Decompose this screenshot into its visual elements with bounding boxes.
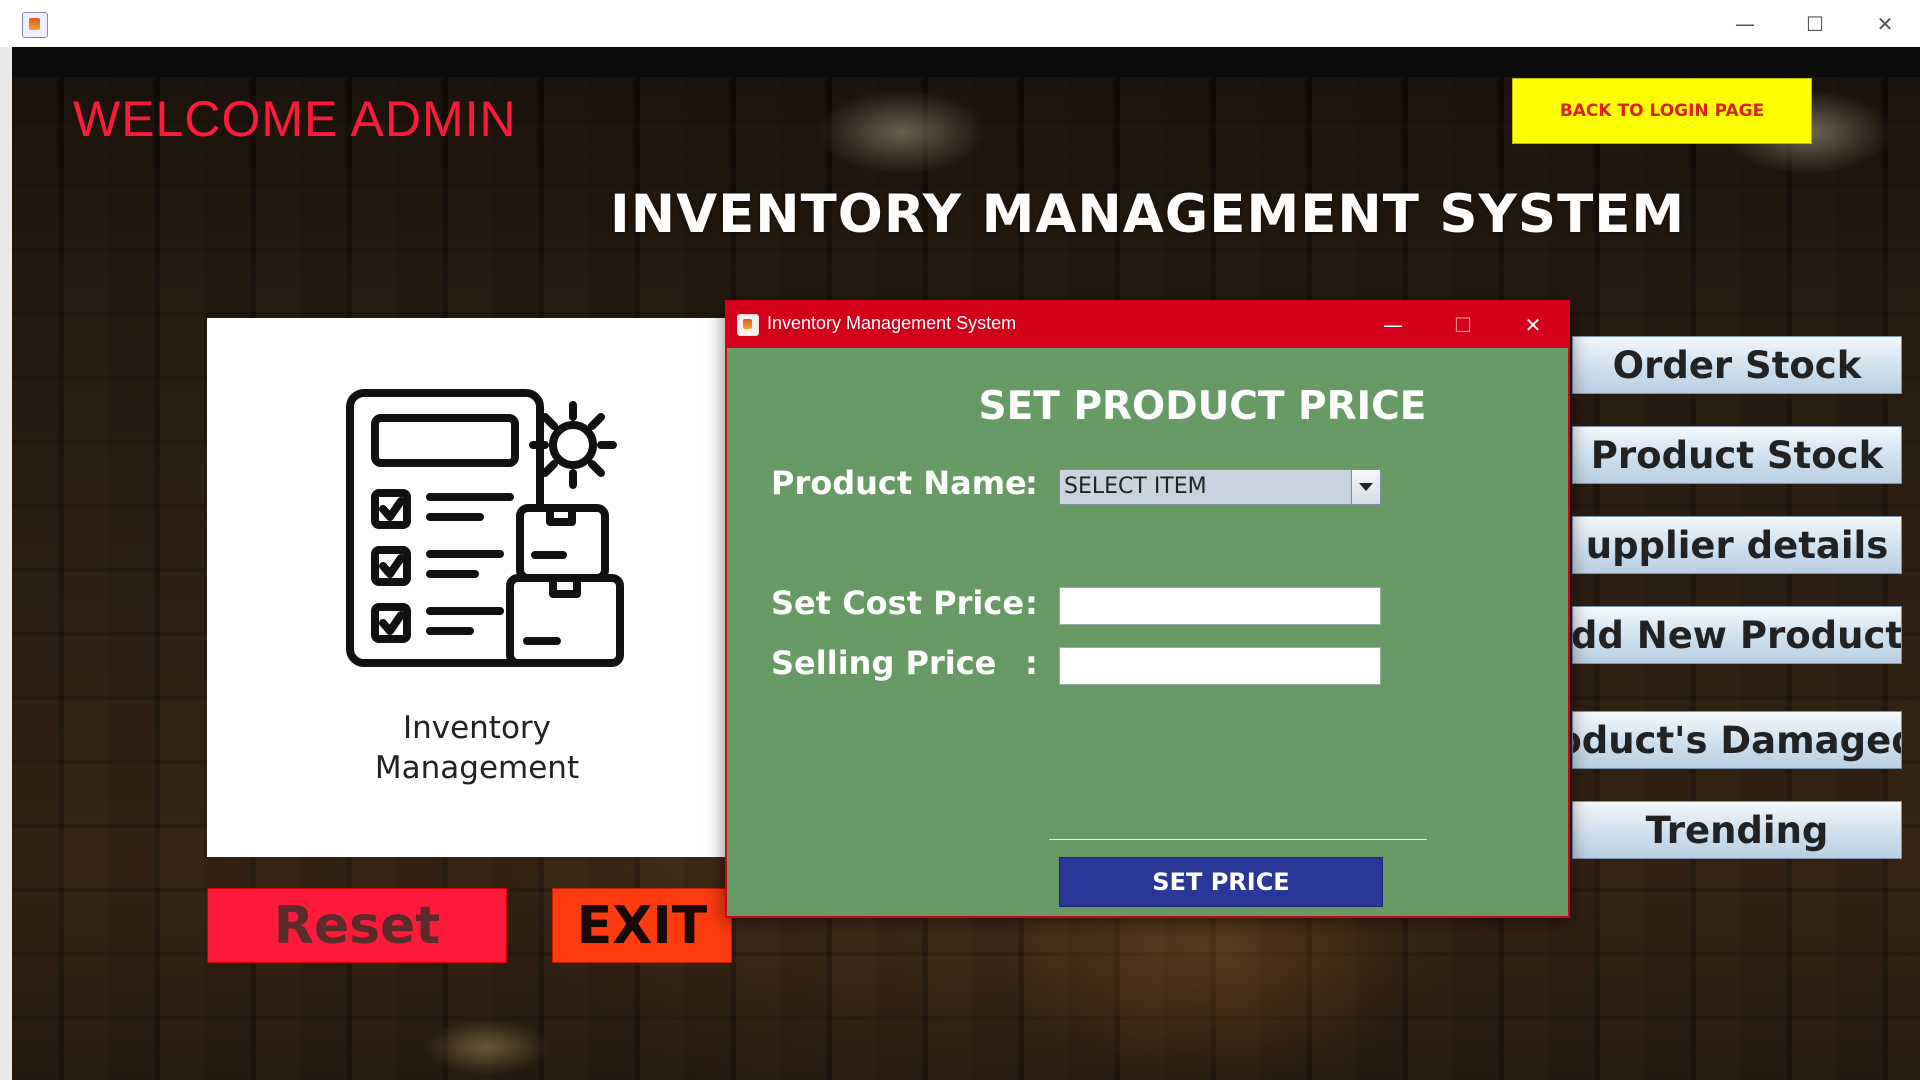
back-to-login-button[interactable]: BACK TO LOGIN PAGE: [1512, 78, 1812, 144]
add-new-product-button[interactable]: dd New Product: [1572, 606, 1902, 664]
product-stock-button[interactable]: Product Stock: [1572, 426, 1902, 484]
exit-button[interactable]: EXIT: [552, 888, 732, 963]
product-name-selected-value: SELECT ITEM: [1064, 474, 1207, 499]
inventory-checklist-icon: [346, 389, 624, 667]
logo-caption: Inventory Management: [207, 708, 747, 788]
gear-icon: [529, 401, 617, 489]
selling-price-colon: :: [1025, 644, 1038, 682]
selling-price-input[interactable]: [1059, 647, 1381, 685]
product-name-select[interactable]: SELECT ITEM: [1059, 469, 1381, 505]
reset-button[interactable]: Reset: [207, 888, 507, 963]
dialog-title: Inventory Management System: [767, 313, 1017, 333]
dialog-close-button[interactable]: ✕: [1498, 302, 1568, 348]
app-icon: [22, 12, 48, 38]
page-title: INVENTORY MANAGEMENT SYSTEM: [610, 184, 1686, 245]
dialog-titlebar: Inventory Management System — ☐ ✕: [727, 302, 1568, 348]
divider: [1049, 839, 1427, 840]
close-button[interactable]: ✕: [1850, 0, 1920, 47]
order-stock-button[interactable]: Order Stock: [1572, 336, 1902, 394]
logo-caption-line2: Management: [374, 750, 580, 786]
logo-caption-line1: Inventory: [402, 710, 552, 746]
set-price-button[interactable]: SET PRICE: [1059, 857, 1383, 907]
dialog-heading: SET PRODUCT PRICE: [978, 384, 1427, 429]
trending-button[interactable]: Trending: [1572, 801, 1902, 859]
logo-card: Inventory Management: [207, 318, 727, 857]
cost-price-label: Set Cost Price: [771, 584, 1025, 622]
cost-price-colon: :: [1025, 584, 1038, 622]
products-damaged-button[interactable]: oduct's Damaged: [1572, 711, 1902, 769]
dropdown-arrow-icon[interactable]: [1351, 470, 1380, 504]
supplier-details-button[interactable]: upplier details: [1572, 516, 1902, 574]
minimize-button[interactable]: —: [1710, 0, 1780, 47]
cost-price-input[interactable]: [1059, 587, 1381, 625]
maximize-button[interactable]: ☐: [1780, 0, 1850, 47]
welcome-label: WELCOME ADMIN: [73, 91, 517, 147]
window-titlebar: — ☐ ✕: [0, 0, 1920, 48]
product-name-colon: :: [1025, 464, 1038, 502]
window-controls: — ☐ ✕: [1710, 0, 1920, 47]
product-name-label: Product Name: [771, 464, 1027, 502]
dialog-app-icon: [737, 314, 759, 336]
dialog-maximize-button[interactable]: ☐: [1428, 302, 1498, 348]
dialog-minimize-button[interactable]: —: [1358, 302, 1428, 348]
set-price-dialog: Inventory Management System — ☐ ✕ SET PR…: [725, 300, 1570, 918]
selling-price-label: Selling Price: [771, 644, 997, 682]
